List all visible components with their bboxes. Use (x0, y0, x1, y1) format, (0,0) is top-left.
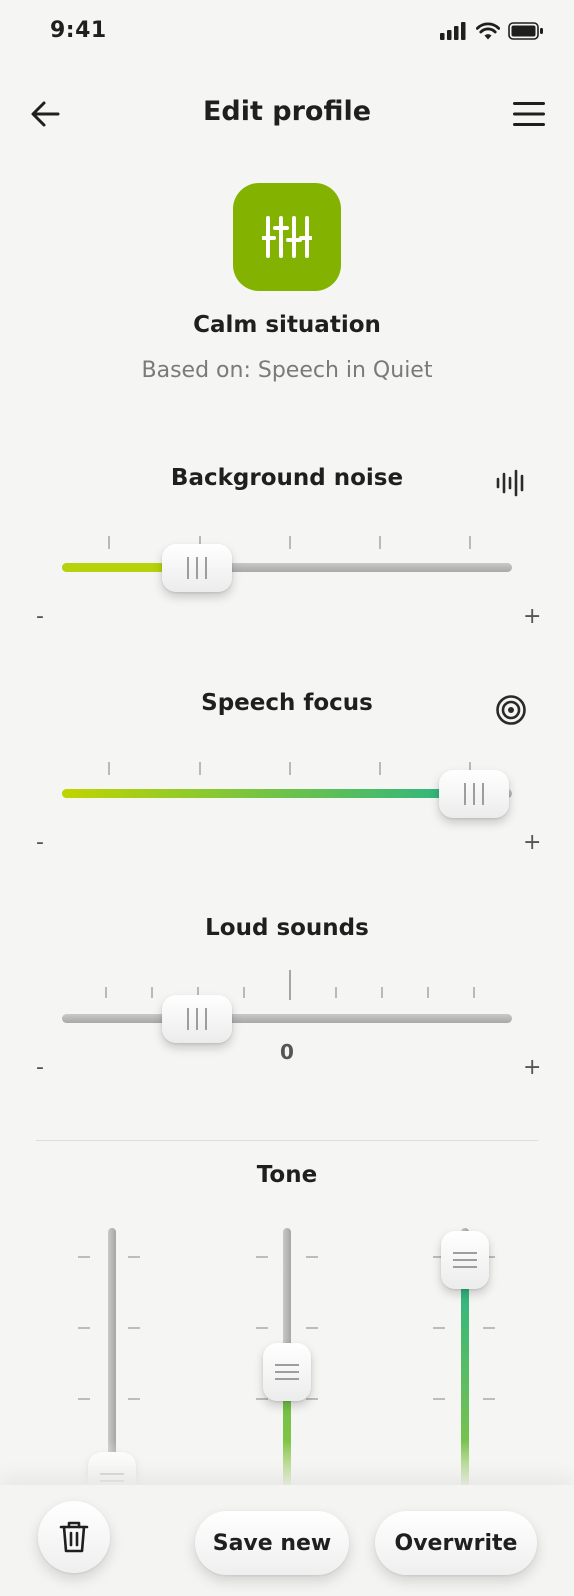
battery-icon (508, 22, 543, 40)
section-divider (36, 1140, 538, 1141)
hamburger-menu-icon (513, 102, 545, 126)
status-icons (440, 22, 544, 40)
signal-icon (440, 22, 466, 40)
tone-2-thumb[interactable] (263, 1343, 311, 1401)
background-noise-max: + (523, 604, 542, 629)
background-noise-thumb[interactable] (162, 544, 232, 592)
wifi-icon (476, 22, 500, 40)
menu-button[interactable] (512, 100, 546, 128)
scroll-fade (0, 1440, 574, 1486)
speech-focus-max: + (523, 830, 542, 855)
background-noise-label: Background noise (170, 465, 404, 491)
sliders-icon (262, 216, 312, 258)
sound-wave-icon (496, 469, 524, 497)
loud-sounds-thumb[interactable] (162, 995, 232, 1043)
trash-icon (59, 1521, 89, 1553)
profile-based-on: Based on: Speech in Quiet (141, 358, 433, 383)
speech-focus-label: Speech focus (201, 690, 373, 716)
speech-focus-thumb[interactable] (439, 770, 509, 818)
profile-icon-tile (233, 183, 341, 291)
overwrite-button[interactable]: Overwrite (375, 1511, 537, 1575)
profile-name: Calm situation (193, 312, 381, 338)
delete-button[interactable] (38, 1501, 110, 1573)
save-new-button[interactable]: Save new (195, 1511, 349, 1575)
background-noise-ticks (0, 530, 574, 550)
loud-sounds-track[interactable] (62, 1014, 512, 1023)
focus-target-icon (496, 695, 526, 725)
background-noise-min: - (36, 604, 44, 629)
loud-sounds-ticks (0, 970, 574, 1002)
page-title: Edit profile (202, 96, 372, 127)
status-time: 9:41 (50, 18, 107, 43)
loud-sounds-max: + (523, 1055, 542, 1080)
speech-focus-fill (62, 789, 482, 798)
tone-label: Tone (256, 1162, 318, 1188)
loud-sounds-label: Loud sounds (205, 915, 369, 941)
speech-focus-min: - (36, 830, 44, 855)
loud-sounds-center-value: 0 (280, 1040, 294, 1064)
tone-3-thumb[interactable] (441, 1231, 489, 1289)
